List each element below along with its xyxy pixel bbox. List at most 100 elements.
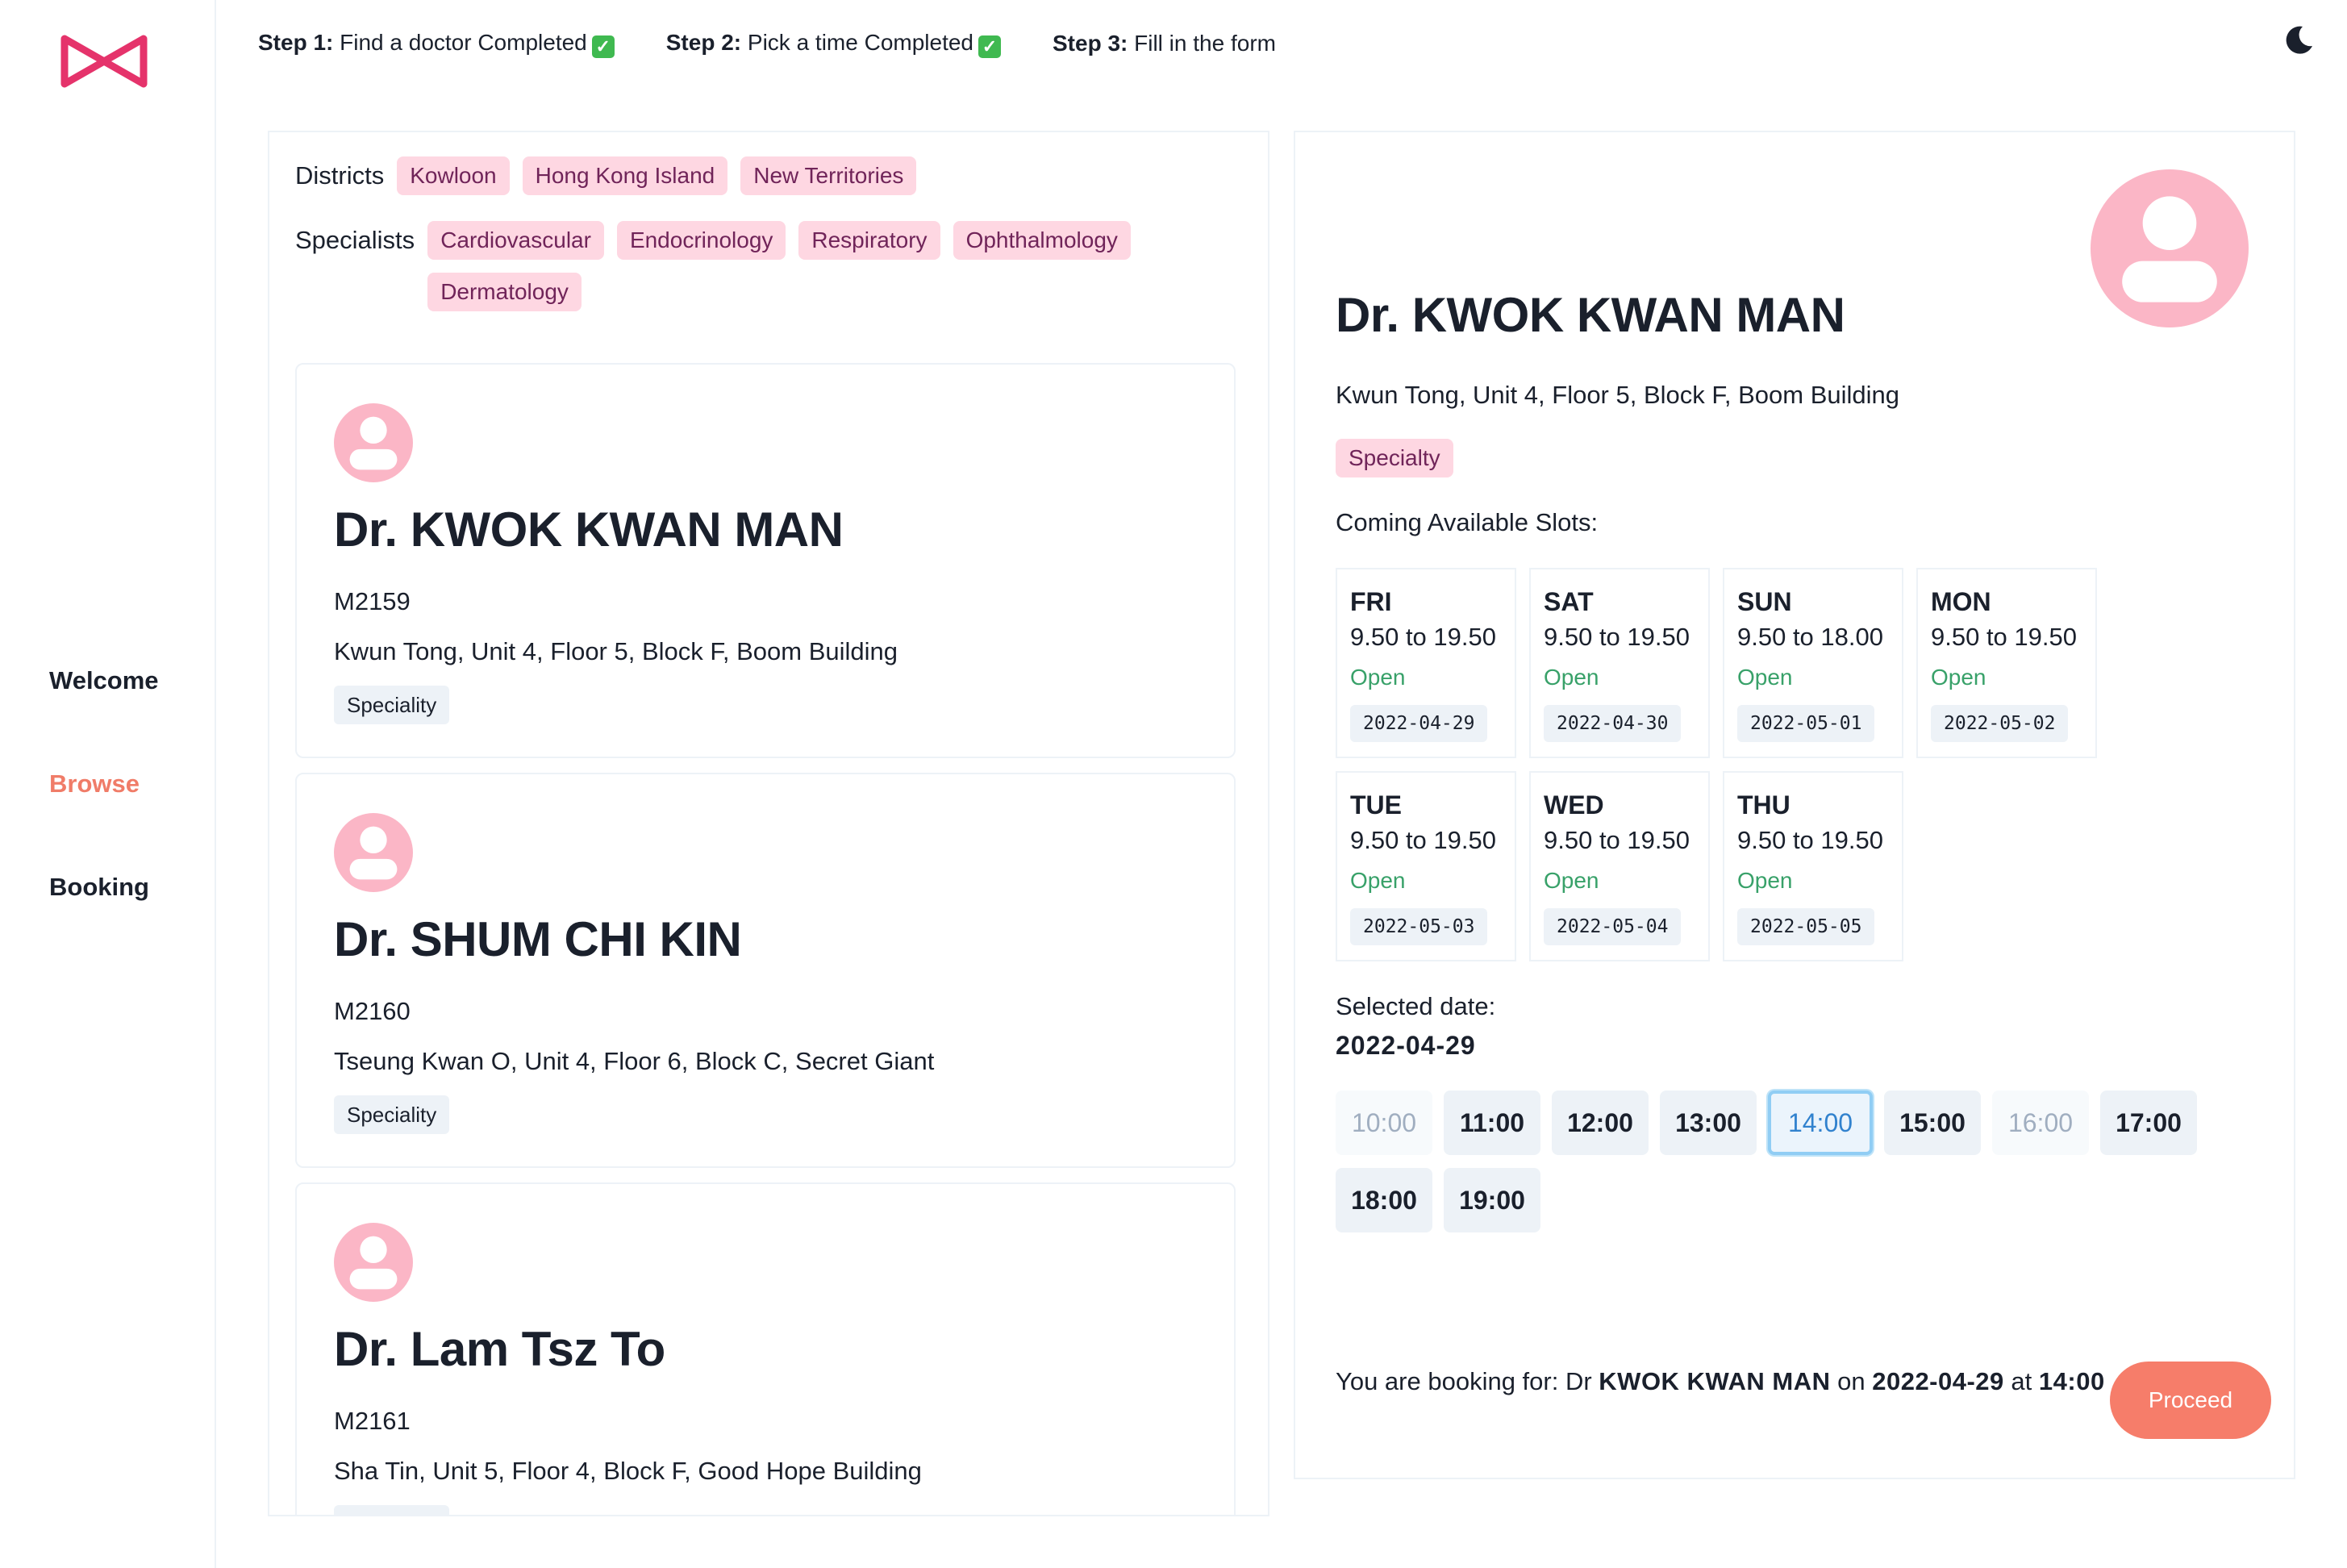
specialist-tag-ophthalmology[interactable]: Ophthalmology [953, 221, 1131, 260]
moon-icon[interactable] [2282, 24, 2315, 56]
step-3-number: Step 3: [1053, 31, 1128, 56]
day-status: Open [1737, 868, 1793, 893]
sidebar: Welcome Browse Booking [0, 0, 216, 1568]
day-slot-card[interactable]: THU 9.50 to 19.50 Open 2022-05-05 [1723, 771, 1903, 961]
day-date: 2022-05-01 [1737, 705, 1875, 742]
time-slot-button[interactable]: 10:00 [1336, 1091, 1432, 1155]
nav-booking[interactable]: Booking [49, 873, 149, 902]
user-avatar-icon [334, 1223, 413, 1302]
doctor-card[interactable]: Dr. SHUM CHI KIN M2160 Tseung Kwan O, Un… [295, 773, 1236, 1168]
time-slot-button[interactable]: 16:00 [1992, 1091, 2089, 1155]
day-date: 2022-05-02 [1931, 705, 2069, 742]
specialists-label: Specialists [295, 226, 415, 254]
nav-welcome[interactable]: Welcome [49, 666, 159, 695]
day-date: 2022-05-05 [1737, 908, 1875, 945]
steps-progress: Step 1: Find a doctor Completed ✓ Step 2:… [258, 27, 1276, 60]
doctor-code: M2161 [334, 1407, 411, 1435]
check-mark-icon: ✓ [978, 35, 1001, 58]
day-date: 2022-04-30 [1544, 705, 1682, 742]
step-2-text: Pick a time Completed [747, 29, 973, 55]
user-avatar-icon [334, 813, 413, 892]
doctor-address: Sha Tin, Unit 5, Floor 4, Block F, Good … [334, 1457, 922, 1485]
day-name: MON [1931, 587, 1991, 616]
doctor-card[interactable]: Dr. Lam Tsz To M2161 Sha Tin, Unit 5, Fl… [295, 1182, 1236, 1515]
specialist-tag-respiratory[interactable]: Respiratory [798, 221, 940, 260]
specialist-tag-dermatology[interactable]: Dermatology [427, 273, 582, 311]
doctor-address: Kwun Tong, Unit 4, Floor 5, Block F, Boo… [334, 637, 898, 665]
day-slot-card[interactable]: SUN 9.50 to 18.00 Open 2022-05-01 [1723, 568, 1903, 758]
day-name: THU [1737, 790, 1790, 819]
specialist-tag-cardiovascular[interactable]: Cardiovascular [427, 221, 604, 260]
day-hours: 9.50 to 19.50 [1544, 826, 1690, 854]
time-slot-grid: 10:00 11:00 12:00 13:00 14:00 15:00 16:0… [1336, 1091, 2223, 1232]
bow-logo[interactable] [58, 32, 150, 90]
summary-on: on [1837, 1367, 1866, 1395]
day-status: Open [1350, 868, 1406, 893]
day-slot-card[interactable]: SAT 9.50 to 19.50 Open 2022-04-30 [1529, 568, 1710, 758]
doctor-browser-panel: Districts Kowloon Hong Kong Island New T… [268, 131, 1269, 1516]
district-tag-kowloon[interactable]: Kowloon [397, 156, 510, 195]
user-avatar-icon [334, 403, 413, 482]
day-name: TUE [1350, 790, 1402, 819]
doctor-address: Tseung Kwan O, Unit 4, Floor 6, Block C,… [334, 1047, 935, 1075]
time-slot-button[interactable]: 11:00 [1444, 1091, 1540, 1155]
slots-heading: Coming Available Slots: [1336, 508, 1599, 536]
districts-label: Districts [295, 161, 385, 190]
step-2-number: Step 2: [665, 29, 742, 55]
day-date: 2022-05-04 [1544, 908, 1682, 945]
step-1-number: Step 1: [258, 29, 334, 55]
day-hours: 9.50 to 19.50 [1544, 623, 1690, 651]
step-2: Step 2: Pick a time Completed ✓ [666, 30, 1001, 58]
summary-at: at [2011, 1367, 2032, 1395]
summary-date: 2022-04-29 [1872, 1367, 2004, 1395]
time-slot-button[interactable]: 18:00 [1336, 1168, 1432, 1232]
day-date: 2022-05-03 [1350, 908, 1488, 945]
doctor-name: Dr. Lam Tsz To [334, 1322, 665, 1376]
proceed-button[interactable]: Proceed [2110, 1362, 2271, 1439]
step-1-text: Find a doctor Completed [340, 29, 587, 55]
day-status: Open [1544, 868, 1599, 893]
time-slot-button[interactable]: 12:00 [1552, 1091, 1649, 1155]
time-slot-button[interactable]: 13:00 [1660, 1091, 1757, 1155]
selected-doctor-address: Kwun Tong, Unit 4, Floor 5, Block F, Boo… [1336, 381, 1899, 409]
day-name: FRI [1350, 587, 1392, 616]
summary-time: 14:00 [2038, 1367, 2105, 1395]
day-hours: 9.50 to 19.50 [1931, 623, 2077, 651]
time-slot-button[interactable]: 15:00 [1884, 1091, 1981, 1155]
speciality-badge: Speciality [334, 1095, 450, 1134]
booking-summary: You are booking for: Dr KWOK KWAN MAN on… [1336, 1362, 2110, 1402]
check-mark-icon: ✓ [591, 35, 615, 58]
summary-prefix: You are booking for: Dr [1336, 1367, 1592, 1395]
step-3-text: Fill in the form [1134, 31, 1276, 56]
day-name: WED [1544, 790, 1604, 819]
day-slot-card[interactable]: WED 9.50 to 19.50 Open 2022-05-04 [1529, 771, 1710, 961]
step-3: Step 3: Fill in the form [1053, 31, 1276, 56]
time-slot-button[interactable]: 19:00 [1444, 1168, 1540, 1232]
specialist-tag-endocrinology[interactable]: Endocrinology [616, 221, 786, 260]
summary-doctor: KWOK KWAN MAN [1599, 1367, 1831, 1395]
specialty-badge: Specialty [1336, 439, 1453, 477]
day-hours: 9.50 to 18.00 [1737, 623, 1883, 651]
district-tag-hong-kong-island[interactable]: Hong Kong Island [522, 156, 728, 195]
day-slot-card[interactable]: MON 9.50 to 19.50 Open 2022-05-02 [1916, 568, 2097, 758]
day-slots-grid: FRI 9.50 to 19.50 Open 2022-04-29 SAT 9.… [1336, 568, 2097, 961]
nav-browse[interactable]: Browse [49, 769, 140, 799]
day-slot-card[interactable]: TUE 9.50 to 19.50 Open 2022-05-03 [1336, 771, 1516, 961]
time-slot-button-selected[interactable]: 14:00 [1768, 1091, 1873, 1155]
user-avatar-icon [2091, 169, 2249, 327]
districts-filter: Districts Kowloon Hong Kong Island New T… [295, 156, 1123, 195]
day-name: SUN [1737, 587, 1792, 616]
doctor-name: Dr. KWOK KWAN MAN [334, 503, 844, 557]
district-tag-new-territories[interactable]: New Territories [740, 156, 917, 195]
day-hours: 9.50 to 19.50 [1737, 826, 1883, 854]
specialists-filter: Specialists Cardiovascular Endocrinology… [295, 221, 1178, 311]
time-slot-button[interactable]: 17:00 [2100, 1091, 2197, 1155]
step-1: Step 1: Find a doctor Completed ✓ [258, 30, 615, 58]
doctor-card[interactable]: Dr. KWOK KWAN MAN M2159 Kwun Tong, Unit … [295, 363, 1236, 758]
day-status: Open [1350, 665, 1406, 690]
day-status: Open [1737, 665, 1793, 690]
day-hours: 9.50 to 19.50 [1350, 623, 1496, 651]
day-date: 2022-04-29 [1350, 705, 1488, 742]
day-status: Open [1931, 665, 1986, 690]
day-slot-card[interactable]: FRI 9.50 to 19.50 Open 2022-04-29 [1336, 568, 1516, 758]
